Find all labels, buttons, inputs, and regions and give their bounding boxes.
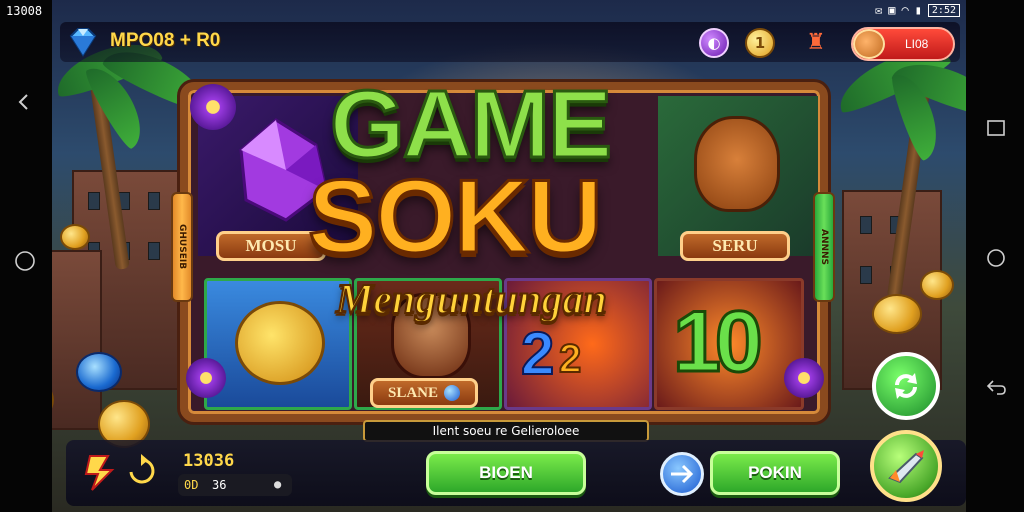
purple-flower-icon	[190, 84, 236, 130]
rocket-spin-button[interactable]	[870, 430, 942, 502]
right-action-button[interactable]: POKIN	[710, 451, 840, 495]
blue-gem-icon	[76, 352, 122, 392]
status-icons: ✉ ▣ ◠ ▮ 2:52	[875, 3, 960, 17]
reel-number-b: 2	[558, 336, 582, 382]
reel-cell-1	[204, 278, 352, 410]
building-window	[860, 266, 872, 284]
reel-cell-4: 10	[654, 278, 804, 410]
gold-coin-icon	[872, 294, 922, 334]
title-subtitle: Menguntungan	[335, 276, 608, 324]
side-tab-left-label: GHUSEIB	[177, 224, 187, 270]
refresh-icon[interactable]	[872, 352, 940, 420]
balance-value: 13036	[183, 451, 235, 471]
status-bar: 13008 ✉ ▣ ◠ ▮ 2:52	[0, 0, 1024, 22]
reel-number-c: 10	[672, 293, 765, 392]
side-tab-left[interactable]: GHUSEIB	[171, 192, 193, 302]
gem-icon[interactable]	[66, 27, 100, 57]
gold-coin-icon	[60, 224, 90, 250]
profile-text: LI08	[905, 37, 929, 51]
refresh-icon[interactable]	[126, 454, 156, 490]
system-nav-left	[0, 0, 52, 512]
gold-coin-icon	[920, 270, 954, 300]
plus-arrow-button[interactable]	[660, 452, 704, 496]
player-name: MPO08 + R0	[110, 30, 221, 51]
golden-creature-icon	[235, 301, 325, 385]
building-window	[88, 192, 100, 210]
building-left-2	[52, 250, 102, 430]
building-window	[860, 216, 872, 234]
bear-character-icon	[694, 116, 780, 212]
info-bar: Ilent soeu re Gelieroloee	[363, 420, 649, 442]
plaque-reel[interactable]: SLANE	[370, 378, 478, 408]
lightning-icon[interactable]	[82, 452, 118, 492]
pin-icon: ●	[274, 477, 282, 491]
right-action-label: POKIN	[748, 463, 802, 482]
profile-button[interactable]: LI08	[851, 27, 955, 61]
purple-flower-icon	[784, 358, 824, 398]
signal-icon: ▮	[914, 3, 922, 17]
recents-square-icon[interactable]	[984, 116, 1008, 140]
plaque-reel-label: SLANE	[387, 384, 439, 401]
avatar	[853, 29, 885, 59]
status-time: 13008	[6, 4, 43, 18]
home-circle-icon[interactable]	[12, 248, 38, 274]
battery-icon: 2:52	[927, 3, 960, 17]
purple-token-icon[interactable]: ◐	[699, 28, 729, 58]
left-action-label: BIOEN	[479, 463, 533, 482]
side-tab-right[interactable]: ANNNS	[813, 192, 835, 302]
home-circle-icon[interactable]	[984, 246, 1008, 270]
wifi-icon: ◠	[901, 3, 909, 17]
sim-icon: ▣	[888, 3, 896, 17]
title-line2: SOKU	[306, 158, 603, 277]
plaque-right: SERU	[680, 231, 790, 261]
reel-number-a: 2	[520, 319, 555, 388]
building-window	[148, 242, 160, 260]
sub-balance-b: 36	[212, 478, 227, 492]
gold-coin-icon[interactable]: 1	[745, 28, 775, 58]
sub-balance-a: 0D	[184, 478, 199, 492]
side-tab-right-label: ANNNS	[819, 228, 829, 266]
purple-flower-icon	[186, 358, 226, 398]
blue-orb-icon	[444, 385, 461, 401]
sub-balance: 0D 36 ●	[178, 474, 292, 496]
left-action-button[interactable]: BIOEN	[426, 451, 586, 495]
notification-icon: ✉	[874, 3, 883, 17]
building-window	[148, 192, 160, 210]
trophy-icon[interactable]: ♜	[801, 27, 831, 57]
back-arrow-icon[interactable]	[984, 376, 1008, 400]
system-nav-right	[966, 0, 1024, 512]
back-arrow-icon[interactable]	[12, 90, 36, 114]
